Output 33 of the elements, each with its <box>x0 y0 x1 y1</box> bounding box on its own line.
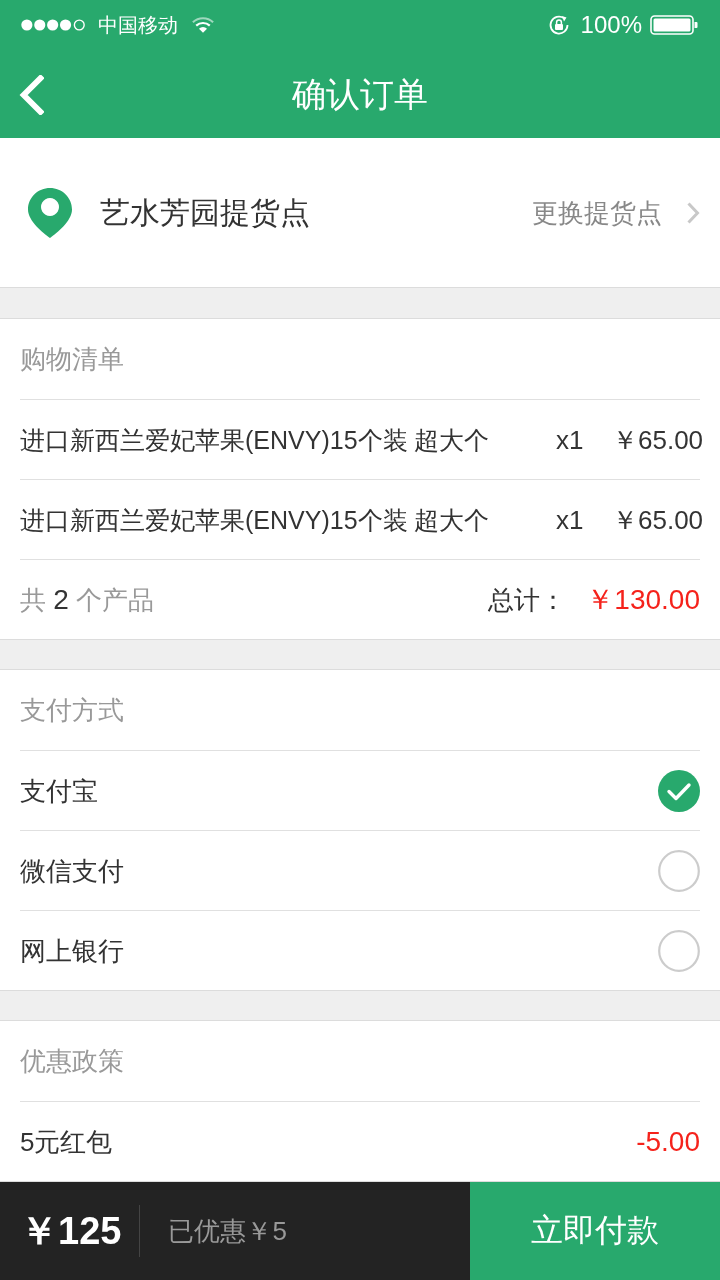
saved-amount: 已优惠￥5 <box>168 1215 287 1247</box>
back-icon[interactable] <box>18 75 44 115</box>
checked-radio-icon[interactable] <box>658 769 700 812</box>
total-amount: ￥130.00 <box>586 583 700 616</box>
battery-icon <box>650 15 698 35</box>
product-name: 进口新西兰爱妃苹果(ENVY)15个装 超大个 <box>20 504 491 536</box>
total-label: 总计： <box>488 583 567 616</box>
radio-icon[interactable] <box>658 849 700 892</box>
payment-option[interactable]: 支付宝 <box>20 774 658 807</box>
product-count: 共 2 个产品 <box>20 583 156 616</box>
product-name: 进口新西兰爱妃苹果(ENVY)15个装 超大个 <box>20 424 491 456</box>
product-price: ￥65.00 <box>612 423 700 456</box>
battery-percentage: 100% <box>580 11 642 39</box>
discount-amount: -5.00 <box>636 1125 700 1158</box>
wifi-icon <box>192 17 214 33</box>
section-title: 支付方式 <box>20 694 124 726</box>
pickup-point-name: 艺水芳园提货点 <box>100 194 311 231</box>
discount-name: 5元红包 <box>20 1125 114 1158</box>
section-title: 购物清单 <box>20 343 124 375</box>
signal-strength-icon <box>20 18 87 32</box>
carrier-name: 中国移动 <box>98 13 178 37</box>
payment-option[interactable]: 微信支付 <box>20 854 658 887</box>
product-price: ￥65.00 <box>612 503 700 536</box>
payable-amount: ￥125 <box>20 1209 122 1253</box>
radio-icon[interactable] <box>658 929 700 972</box>
product-quantity: x1 <box>556 423 585 456</box>
payment-option[interactable]: 网上银行 <box>20 934 658 967</box>
chevron-right-icon[interactable] <box>686 200 700 225</box>
product-quantity: x1 <box>556 503 585 536</box>
page-title: 确认订单 <box>292 74 428 114</box>
change-pickup-link[interactable]: 更换提货点 <box>532 196 662 229</box>
section-title: 优惠政策 <box>20 1045 124 1077</box>
location-pin-icon <box>28 187 72 238</box>
